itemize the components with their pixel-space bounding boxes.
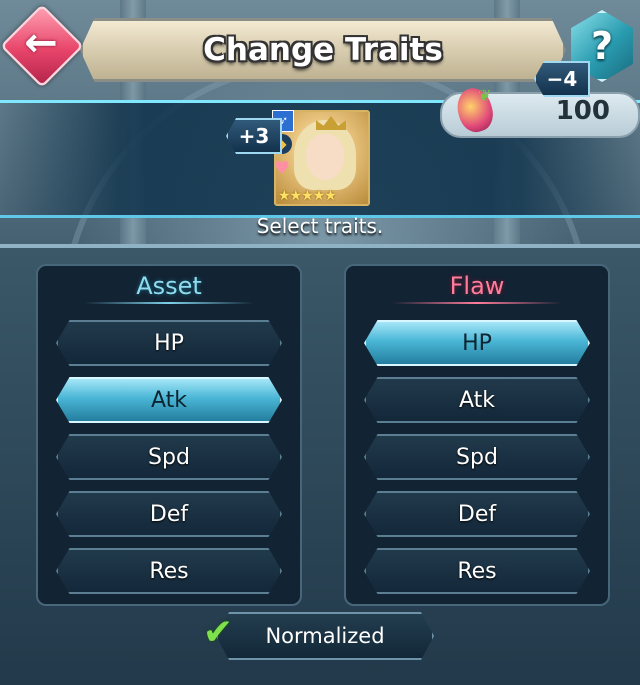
portrait-face [306, 134, 344, 180]
normalized-label: Normalized [265, 624, 385, 648]
normalized-toggle[interactable]: Normalized [216, 612, 434, 660]
flaw-atk-button[interactable]: Atk [364, 377, 590, 423]
flaw-modifier-badge: −4 [534, 61, 590, 97]
page-title: Change Traits [203, 32, 443, 68]
asset-title: Asset [136, 272, 202, 300]
flaw-column: Flaw HP Atk Spd Def Res [344, 264, 610, 606]
asset-title-underline [84, 302, 254, 304]
instruction-text: Select traits. [256, 214, 384, 238]
asset-column: Asset HP Atk Spd Def Res [36, 264, 302, 606]
asset-spd-button[interactable]: Spd [56, 434, 282, 480]
flaw-res-button[interactable]: Res [364, 548, 590, 594]
flaw-title-underline [392, 302, 562, 304]
asset-def-button[interactable]: Def [56, 491, 282, 537]
title-banner: Change Traits [80, 18, 566, 82]
asset-atk-button[interactable]: Atk [56, 377, 282, 423]
currency-amount: 100 [555, 96, 610, 126]
asset-modifier-badge: +3 [226, 118, 282, 154]
fruit-leaf-icon: ❦ [478, 86, 492, 105]
flaw-def-button[interactable]: Def [364, 491, 590, 537]
heart-icon: ♥ [273, 157, 291, 179]
asset-hp-button[interactable]: HP [56, 320, 282, 366]
flaw-spd-button[interactable]: Spd [364, 434, 590, 480]
flaw-hp-button[interactable]: HP [364, 320, 590, 366]
asset-res-button[interactable]: Res [56, 548, 282, 594]
flaw-title: Flaw [449, 272, 505, 300]
help-icon: ? [590, 24, 614, 68]
back-arrow-icon[interactable]: ← [16, 18, 66, 68]
rarity-stars: ★★★★★ [278, 188, 337, 204]
checkmark-icon[interactable]: ✔ [196, 610, 240, 654]
